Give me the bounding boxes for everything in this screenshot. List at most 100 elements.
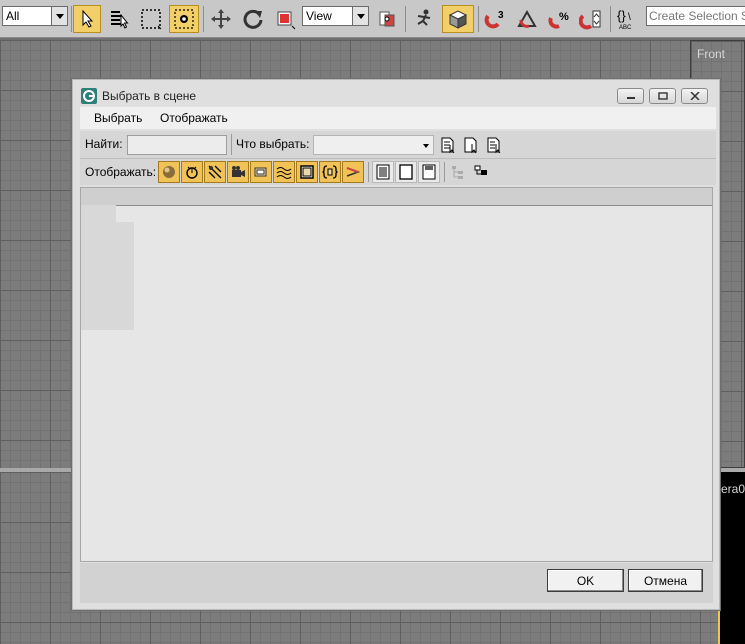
select-arrow-icon [82, 9, 94, 28]
xrefs-icon [322, 165, 338, 179]
spinner-snap-icon [579, 10, 601, 30]
edit-named-selection-sets-button[interactable]: {} \ ABC [613, 5, 643, 33]
ok-button[interactable]: OK [547, 569, 624, 592]
filter-groups-button[interactable] [296, 161, 318, 183]
list-column-block [81, 222, 134, 330]
toolbar-separator [610, 6, 611, 32]
select-type-dropdown[interactable] [313, 135, 434, 155]
space-warps-icon [276, 167, 292, 179]
lights-icon [208, 165, 222, 179]
geometry-icon [163, 166, 175, 178]
svg-text:%: % [559, 11, 569, 23]
svg-text:{}: {} [617, 8, 626, 23]
filter-cameras-button[interactable] [227, 161, 249, 183]
select-none-button[interactable] [460, 134, 482, 156]
close-button[interactable] [681, 88, 708, 104]
select-and-manipulate-button[interactable] [410, 5, 438, 33]
rect-selection-region-button[interactable] [137, 5, 165, 33]
menu-display[interactable]: Отображать [160, 111, 228, 125]
groups-icon [300, 165, 314, 179]
filter-shapes-button[interactable] [181, 161, 203, 183]
angle-snap-icon [517, 9, 537, 28]
maximize-button[interactable] [649, 88, 676, 104]
select-invert-button[interactable] [483, 134, 505, 156]
filter-space-warps-button[interactable] [273, 161, 295, 183]
close-icon [690, 92, 700, 100]
display-invert-button[interactable] [418, 161, 440, 183]
select-object-button[interactable] [73, 5, 101, 33]
pivot-icon [379, 11, 395, 27]
viewport-label-front[interactable]: Front [697, 47, 725, 61]
svg-text:3: 3 [498, 10, 504, 21]
dialog-title: Выбрать в сцене [102, 89, 197, 103]
display-dependencies-button[interactable] [470, 161, 492, 183]
scale-button[interactable] [271, 5, 299, 33]
reference-coord-system-dropdown[interactable]: View [302, 6, 369, 26]
percent-snap-icon: % [548, 11, 569, 29]
rotate-icon [243, 9, 263, 29]
display-all-icon [376, 164, 390, 180]
bones-icon [346, 167, 361, 177]
dialog-menubar: Выбрать Отображать [80, 107, 716, 129]
toolbar-separator [71, 6, 72, 32]
keyboard-shortcut-icon [448, 10, 468, 29]
percent-snap-toggle-button[interactable]: % [545, 5, 575, 33]
select-by-name-button[interactable] [105, 5, 133, 33]
angle-snap-toggle-button[interactable] [513, 5, 543, 33]
scene-object-list[interactable] [80, 187, 713, 562]
toolbar-separator [203, 6, 204, 32]
use-pivot-center-button[interactable] [373, 5, 401, 33]
camera-viewport[interactable]: era01 [718, 472, 745, 644]
helpers-icon [254, 167, 267, 177]
maximize-icon [658, 92, 668, 100]
window-crossing-button[interactable] [169, 5, 199, 33]
app-logo-icon [81, 88, 97, 104]
filter-helpers-button[interactable] [250, 161, 272, 183]
select-manipulate-icon [417, 9, 431, 26]
chevron-down-icon [51, 7, 67, 25]
selection-filter-value: All [6, 9, 20, 23]
toolbar-separator [405, 6, 406, 32]
viewport-label-camera[interactable]: era01 [721, 482, 745, 496]
scale-icon [277, 11, 296, 30]
display-filter-row: Отображать: [80, 159, 716, 185]
dialog-footer: OK Отмена [80, 563, 713, 603]
dependencies-icon [474, 165, 487, 175]
selection-filter-dropdown[interactable]: All [2, 6, 68, 26]
display-none-button[interactable] [395, 161, 417, 183]
cameras-icon [232, 166, 245, 177]
select-by-name-icon [111, 11, 129, 29]
minimize-button[interactable] [617, 88, 644, 104]
menu-select[interactable]: Выбрать [94, 111, 142, 125]
select-from-scene-dialog: Выбрать в сцене Выбрать Отображать Найти… [71, 78, 721, 611]
rect-region-icon [141, 9, 162, 30]
display-none-icon [399, 164, 413, 180]
named-selection-set-field[interactable]: Create Selection Set [646, 6, 745, 26]
rotate-button[interactable] [239, 5, 267, 33]
filter-lights-button[interactable] [204, 161, 226, 183]
main-toolbar: All View 3 % {} \ ABC Create Selection [0, 0, 745, 38]
shapes-icon [186, 166, 198, 179]
move-button[interactable] [207, 5, 235, 33]
display-label: Отображать: [85, 165, 157, 179]
keyboard-shortcut-override-button[interactable] [442, 5, 474, 33]
list-column-block [81, 205, 116, 222]
find-input[interactable] [127, 135, 227, 155]
snaps-toggle-button[interactable]: 3 [481, 5, 511, 33]
minimize-icon [627, 97, 635, 99]
chevron-down-icon [352, 7, 368, 25]
spinner-snap-toggle-button[interactable] [577, 5, 607, 33]
display-hierarchy-button[interactable] [447, 161, 469, 183]
filter-bones-button[interactable] [342, 161, 364, 183]
filter-xrefs-button[interactable] [319, 161, 341, 183]
select-all-button[interactable] [437, 134, 459, 156]
display-all-button[interactable] [372, 161, 394, 183]
cancel-button[interactable]: Отмена [628, 569, 703, 592]
filter-geometry-button[interactable] [158, 161, 180, 183]
coord-system-value: View [306, 9, 332, 23]
row-separator [444, 162, 445, 182]
dialog-titlebar[interactable]: Выбрать в сцене [72, 79, 720, 109]
list-column-header[interactable] [81, 188, 712, 206]
invert-icon [422, 164, 436, 180]
row-separator [368, 162, 369, 182]
